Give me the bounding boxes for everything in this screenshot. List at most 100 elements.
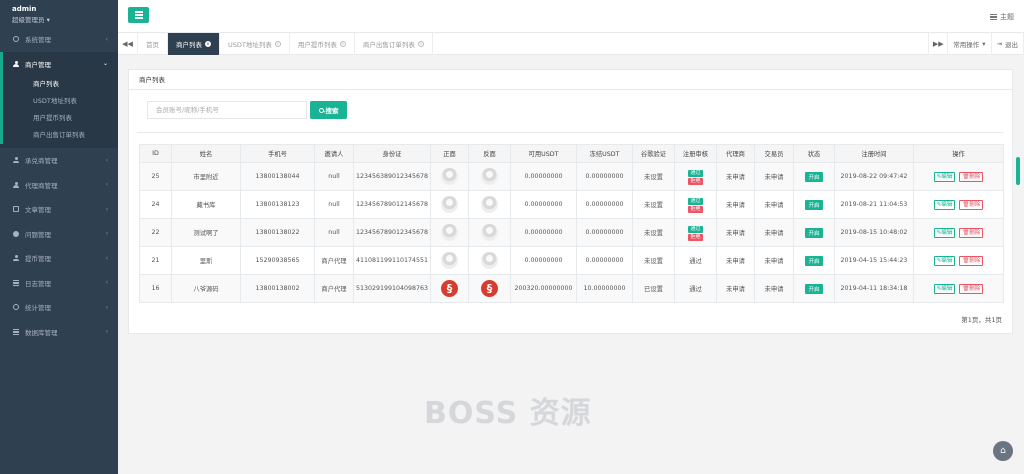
sidebar-subitem[interactable]: 商户列表 (0, 76, 118, 93)
approve-button[interactable]: 通过 (688, 225, 703, 233)
cell-front (430, 190, 469, 219)
cell-front (430, 274, 469, 303)
cell-idcard: 513029199104098763 (353, 274, 431, 303)
cell-status: 开启 (793, 274, 835, 303)
tabs-right: ▶▶ 常用操作 ▾ ⇥ 退出 (928, 33, 1024, 55)
sidebar-item[interactable]: 统计管理 ‹ (0, 295, 118, 320)
cell-idcard: 123456789012145678 (353, 190, 431, 219)
reject-button[interactable]: 拒绝 (688, 205, 703, 213)
audit-buttons: 通过 拒绝 (688, 197, 703, 213)
logout-button[interactable]: ⇥ 退出 (992, 33, 1024, 55)
sidebar-item[interactable]: 问题管理 ‹ (0, 222, 118, 247)
sidebar-subitem[interactable]: 用户提币列表 (0, 110, 118, 127)
approve-button[interactable]: 通过 (688, 169, 703, 177)
status-toggle-button[interactable]: 开启 (805, 227, 823, 238)
sidebar-item-label: 承兑商管理 (25, 157, 58, 166)
delete-button[interactable]: 🗑︎删除 (959, 227, 984, 238)
sidebar-item[interactable]: 系统管理 ‹ (0, 27, 118, 52)
status-toggle-button[interactable]: 开启 (805, 171, 823, 182)
profile[interactable]: admin 超级管理员 ▾ (0, 0, 118, 27)
cell-audit: 通过 拒绝 (674, 218, 717, 247)
back-to-top-button[interactable]: ⌂ (993, 441, 1013, 461)
edit-button[interactable]: ✎编辑 (933, 171, 956, 182)
id-photo-back[interactable] (481, 252, 498, 269)
table-row: 25 市里附近 13800138044 null 123456389012345678 0… (139, 162, 1004, 191)
cell-frozen: 10.00000000 (576, 274, 633, 303)
tab-scroll-right-button[interactable]: ▶▶ (928, 33, 949, 55)
row-actions: ✎编辑 🗑︎删除 (933, 199, 984, 210)
id-photo-front[interactable] (441, 252, 458, 269)
status-toggle-button[interactable]: 开启 (805, 199, 823, 210)
column-header: 邀请人 (314, 144, 354, 163)
common-ops-dropdown[interactable]: 常用操作 ▾ (948, 33, 992, 55)
approve-button[interactable]: 通过 (688, 197, 703, 205)
theme-icon (990, 14, 997, 20)
sidebar-item[interactable]: 文章管理 ‹ (0, 197, 118, 222)
close-icon[interactable]: × (205, 41, 211, 47)
sidebar-item[interactable]: 承兑商管理 ‹ (0, 148, 118, 173)
delete-label: 删除 (969, 257, 981, 264)
delete-button[interactable]: 🗑︎删除 (959, 171, 984, 182)
cell-name: 藏书库 (171, 190, 241, 219)
user-icon (13, 255, 19, 262)
tab-item[interactable]: 用户提币列表 × (290, 33, 355, 55)
sidebar-nav: 系统管理 ‹ 商户管理 ⌄ 商户列表 USDT地址列表 用户提币列表 商户出售订单列表 承兑商管… (0, 27, 118, 344)
status-toggle-button[interactable]: 开启 (805, 255, 823, 266)
edit-button[interactable]: ✎编辑 (933, 199, 956, 210)
logout-label: 退出 (1005, 41, 1018, 49)
theme-label: 主题 (1000, 13, 1014, 21)
delete-button[interactable]: 🗑︎删除 (959, 199, 984, 210)
id-photo-front[interactable] (441, 196, 458, 213)
sidebar-item[interactable]: 代理商管理 ‹ (0, 173, 118, 198)
delete-button[interactable]: 🗑︎删除 (959, 283, 984, 294)
edit-button[interactable]: ✎编辑 (933, 227, 956, 238)
menu-toggle-button[interactable] (128, 7, 149, 23)
table-header-row: ID 姓名 手机号 邀请人 身份证 正面 反面 可用USDT 冻结USDT 谷歌验证 注册审核 代理商… (139, 144, 1004, 163)
tab-item[interactable]: USDT地址列表 × (220, 33, 290, 55)
cell-audit: 通过 (674, 246, 717, 275)
close-icon[interactable]: × (339, 41, 346, 47)
tab-home[interactable]: 首页 (138, 33, 168, 55)
status-toggle-button[interactable]: 开启 (805, 283, 823, 294)
cell-available: 0.00000000 (510, 190, 577, 219)
doc-icon (13, 206, 19, 213)
cell-status: 开启 (793, 218, 835, 247)
sidebar-item-label: 问题管理 (25, 230, 51, 239)
edit-button[interactable]: ✎编辑 (933, 283, 956, 294)
close-icon[interactable]: × (274, 41, 281, 47)
column-header: 手机号 (240, 144, 315, 163)
cell-inviter: null (314, 162, 354, 191)
sidebar-subitem[interactable]: 商户出售订单列表 (0, 127, 118, 144)
cell-audit: 通过 拒绝 (674, 190, 717, 219)
id-photo-back[interactable] (481, 196, 498, 213)
id-photo-front[interactable] (441, 280, 458, 297)
sidebar-item-label: 系统管理 (25, 36, 51, 45)
close-icon[interactable]: × (417, 41, 424, 47)
id-photo-back[interactable] (481, 168, 498, 185)
tab-item[interactable]: 商户列表 × (168, 33, 220, 55)
cell-trader: 未申请 (754, 274, 794, 303)
sidebar-item[interactable]: 提币管理 ‹ (0, 246, 118, 271)
id-photo-back[interactable] (481, 224, 498, 241)
tab-item[interactable]: 商户出售订单列表 × (355, 33, 433, 55)
cell-google: 未设置 (632, 246, 675, 275)
edit-button[interactable]: ✎编辑 (933, 255, 956, 266)
profile-role[interactable]: 超级管理员 ▾ (12, 14, 118, 24)
sidebar-subitem[interactable]: USDT地址列表 (0, 93, 118, 110)
theme-button[interactable]: 主题 (990, 12, 1014, 22)
id-photo-front[interactable] (441, 224, 458, 241)
sidebar-item[interactable]: 商户管理 ⌄ (0, 51, 118, 76)
tab-label: 商户出售订单列表 (362, 41, 415, 49)
id-photo-back[interactable] (481, 280, 498, 297)
id-photo-front[interactable] (441, 168, 458, 185)
search-button[interactable]: 搜索 (310, 101, 347, 119)
scrollbar-thumb[interactable] (1016, 157, 1020, 185)
reject-button[interactable]: 拒绝 (688, 177, 703, 185)
sidebar-item[interactable]: 数据库管理 ‹ (0, 320, 118, 345)
reject-button[interactable]: 拒绝 (688, 233, 703, 241)
sidebar-item[interactable]: 日志管理 ‹ (0, 271, 118, 296)
search-input[interactable] (147, 101, 307, 119)
chevron-left-icon: ‹ (105, 181, 108, 189)
tab-scroll-left-button[interactable]: ◀◀ (118, 33, 138, 55)
delete-button[interactable]: 🗑︎删除 (959, 255, 984, 266)
